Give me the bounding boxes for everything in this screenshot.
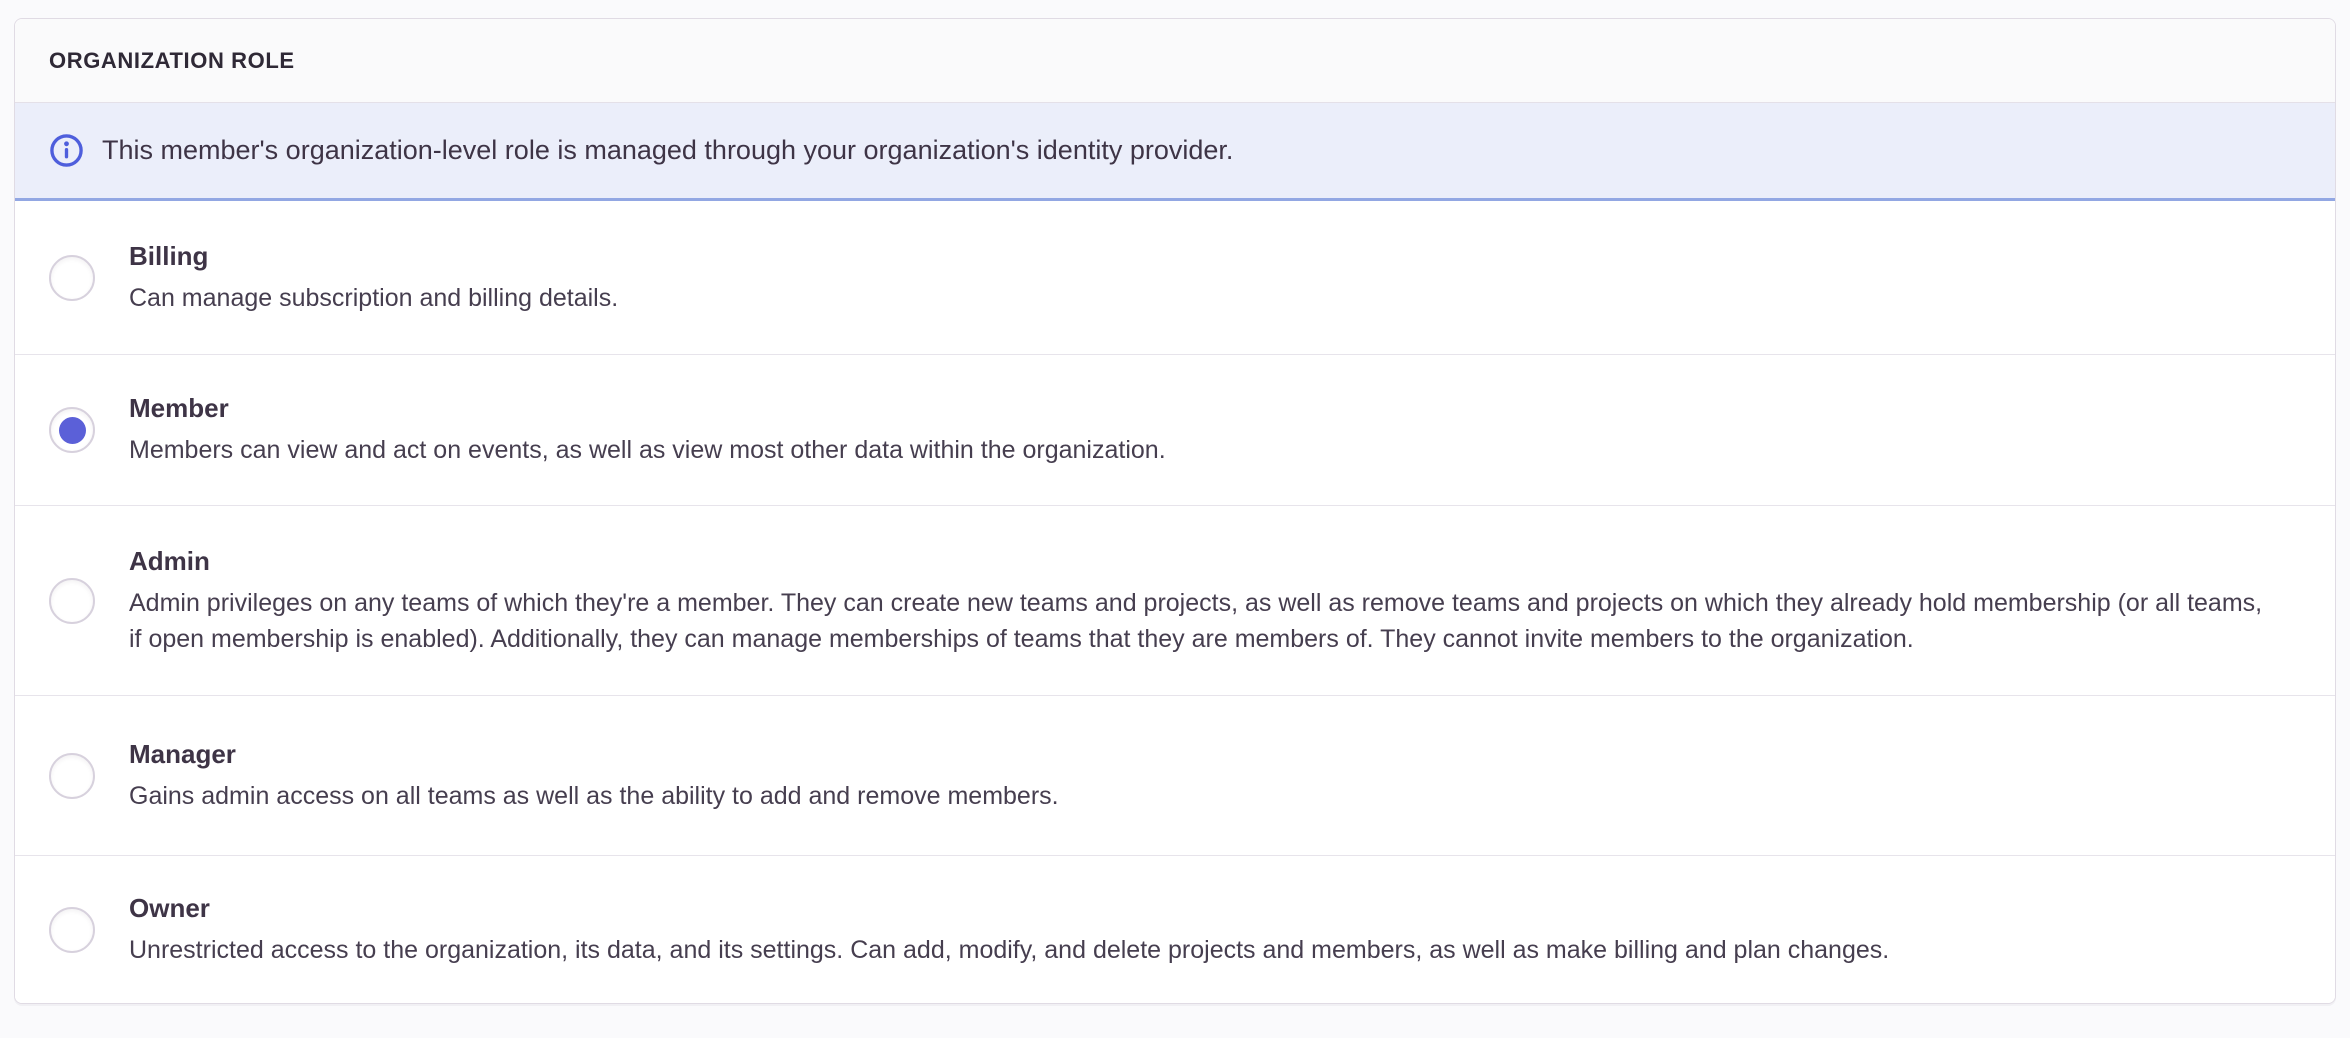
role-option-description: Can manage subscription and billing deta… bbox=[129, 280, 618, 316]
radio-manager[interactable] bbox=[49, 753, 95, 799]
role-option-manager[interactable]: Manager Gains admin access on all teams a… bbox=[15, 696, 2335, 856]
organization-role-panel: ORGANIZATION ROLE This member's organiza… bbox=[14, 18, 2336, 1004]
role-option-description: Unrestricted access to the organization,… bbox=[129, 932, 1889, 968]
role-options-list: Billing Can manage subscription and billi… bbox=[15, 201, 2335, 1003]
role-option-content: Admin Admin privileges on any teams of wh… bbox=[129, 545, 2275, 657]
panel-header: ORGANIZATION ROLE bbox=[15, 19, 2335, 103]
radio-billing[interactable] bbox=[49, 255, 95, 301]
role-option-member[interactable]: Member Members can view and act on events… bbox=[15, 355, 2335, 506]
radio-owner[interactable] bbox=[49, 907, 95, 953]
role-option-admin[interactable]: Admin Admin privileges on any teams of wh… bbox=[15, 506, 2335, 696]
role-option-content: Owner Unrestricted access to the organiza… bbox=[129, 892, 1889, 968]
radio-selected-dot bbox=[59, 417, 86, 444]
radio-member-selected[interactable] bbox=[49, 407, 95, 453]
info-banner-text: This member's organization-level role is… bbox=[102, 135, 1233, 166]
role-option-content: Member Members can view and act on events… bbox=[129, 392, 1166, 468]
role-option-description: Members can view and act on events, as w… bbox=[129, 432, 1166, 468]
role-option-content: Manager Gains admin access on all teams a… bbox=[129, 738, 1059, 814]
role-option-description: Admin privileges on any teams of which t… bbox=[129, 585, 2275, 657]
panel-title: ORGANIZATION ROLE bbox=[49, 48, 295, 74]
role-option-owner[interactable]: Owner Unrestricted access to the organiza… bbox=[15, 856, 2335, 1003]
role-option-label: Admin bbox=[129, 545, 2275, 577]
info-icon bbox=[49, 133, 84, 168]
role-option-label: Member bbox=[129, 392, 1166, 424]
role-option-description: Gains admin access on all teams as well … bbox=[129, 778, 1059, 814]
role-option-billing[interactable]: Billing Can manage subscription and billi… bbox=[15, 201, 2335, 355]
role-option-label: Billing bbox=[129, 240, 618, 272]
radio-admin[interactable] bbox=[49, 578, 95, 624]
role-option-label: Owner bbox=[129, 892, 1889, 924]
role-option-content: Billing Can manage subscription and billi… bbox=[129, 240, 618, 316]
info-banner: This member's organization-level role is… bbox=[15, 103, 2335, 201]
role-option-label: Manager bbox=[129, 738, 1059, 770]
